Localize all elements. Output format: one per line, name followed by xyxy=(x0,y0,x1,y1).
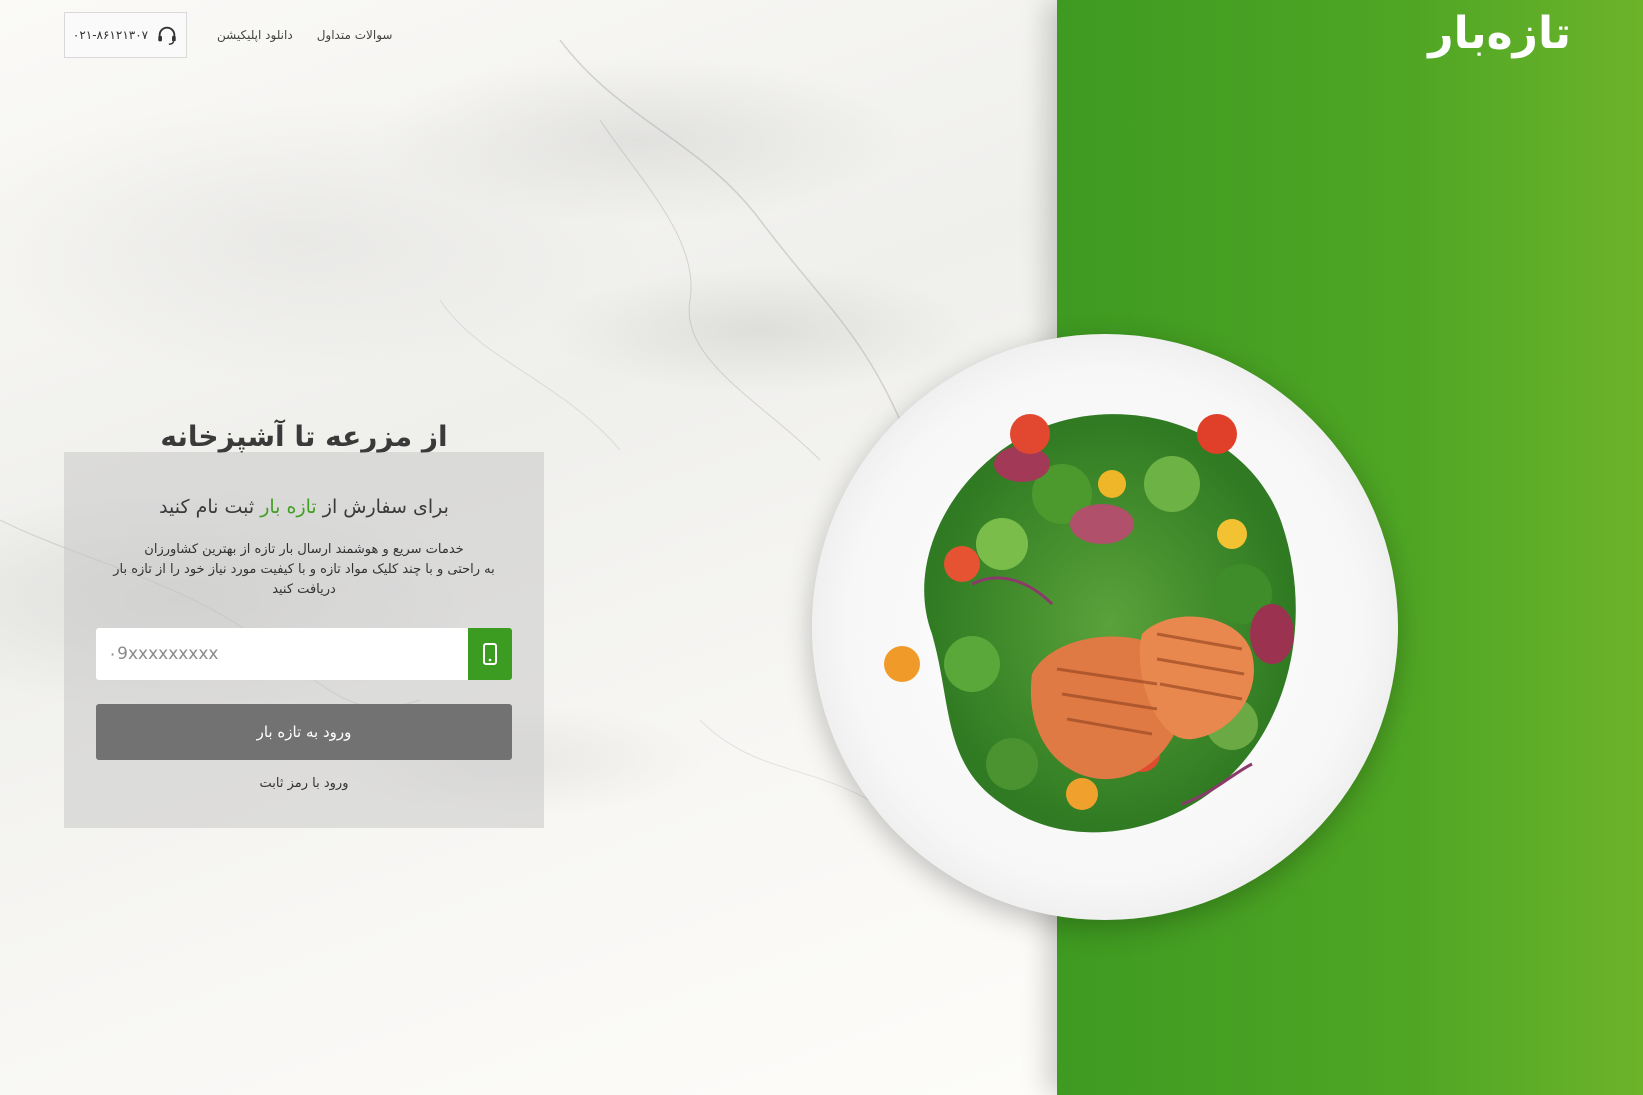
mobile-icon-button[interactable] xyxy=(468,628,512,680)
headset-icon xyxy=(158,26,176,45)
static-password-link[interactable]: ورود با رمز ثابت xyxy=(64,776,544,791)
login-button[interactable]: ورود به تازه بار xyxy=(96,704,512,760)
top-bar: ۰۲۱-۸۶۱۲۱۳۰۷ دانلود اپلیکیشن سوالات متدا… xyxy=(64,12,392,58)
salad-illustration xyxy=(884,414,1296,833)
nav-download-app[interactable]: دانلود اپلیکیشن xyxy=(217,28,293,42)
phone-input-group xyxy=(96,628,512,680)
signup-heading-after: ثبت نام کنید xyxy=(159,496,255,518)
support-phone-number: ۰۲۱-۸۶۱۲۱۳۰۷ xyxy=(72,28,149,42)
phone-number-input[interactable] xyxy=(96,628,468,680)
hero-title: از مزرعه تا آشپزخانه xyxy=(160,420,448,453)
signup-card: برای سفارش از تازه بار ثبت نام کنید خدما… xyxy=(64,452,544,828)
signup-heading-before: برای سفارش از xyxy=(322,496,449,518)
signup-desc-line1: خدمات سریع و هوشمند ارسال بار تازه از به… xyxy=(144,542,464,557)
signup-description: خدمات سریع و هوشمند ارسال بار تازه از به… xyxy=(64,540,544,600)
signup-desc-line2: به راحتی و با چند کلیک مواد تازه و با کی… xyxy=(113,562,495,597)
nav-faq[interactable]: سوالات متداول xyxy=(317,28,393,42)
support-phone-box[interactable]: ۰۲۱-۸۶۱۲۱۳۰۷ xyxy=(64,12,187,58)
signup-heading-brand: تازه بار xyxy=(260,496,317,518)
signup-heading: برای سفارش از تازه بار ثبت نام کنید xyxy=(64,496,544,518)
mobile-phone-icon xyxy=(483,643,497,665)
salmon-salad-plate-image xyxy=(812,334,1398,920)
brand-logo[interactable]: تازه‌بار xyxy=(1428,8,1572,59)
